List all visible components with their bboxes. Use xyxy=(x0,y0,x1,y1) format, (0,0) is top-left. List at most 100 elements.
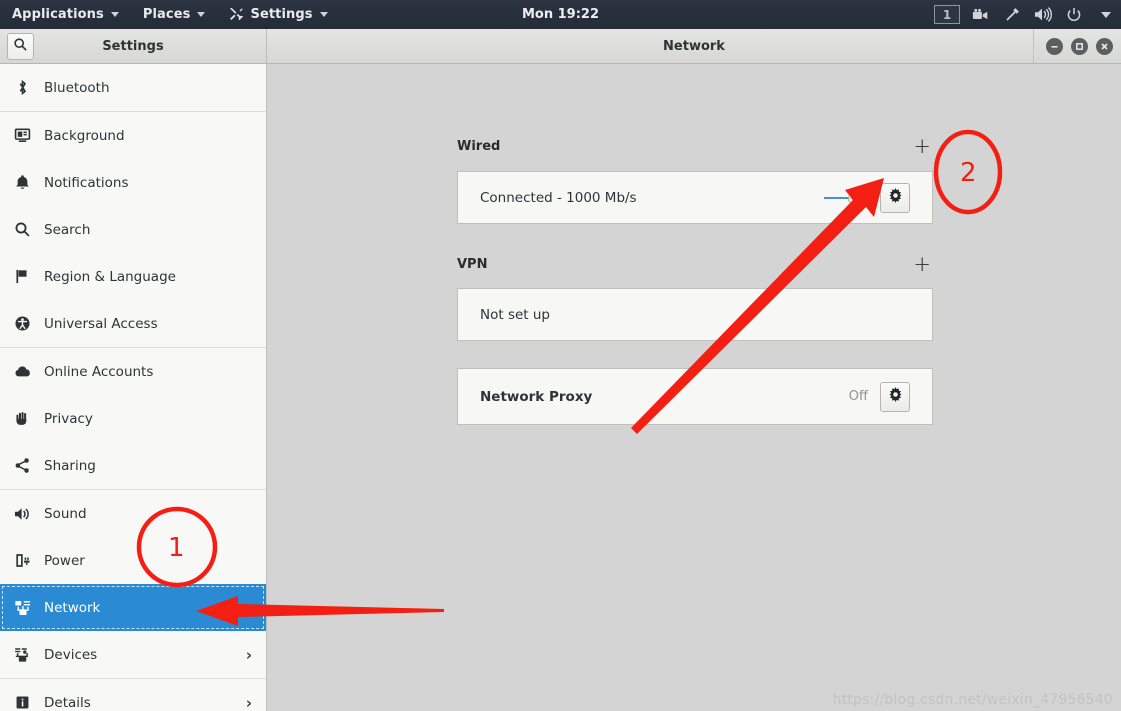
close-button[interactable] xyxy=(1096,37,1113,55)
window-headerbar: Settings Network xyxy=(0,29,1121,64)
flag-icon xyxy=(14,268,40,285)
chevron-down-icon xyxy=(319,12,328,17)
background-icon xyxy=(14,127,40,144)
menu-settings-label: Settings xyxy=(250,7,313,22)
sidebar-item-label: Background xyxy=(44,127,125,144)
sidebar-item-devices[interactable]: Devices › xyxy=(0,631,266,678)
sidebar-item-label: Bluetooth xyxy=(44,79,110,96)
network-settings-content: Wired + Connected - 1000 Mb/s VPN + Not … xyxy=(268,64,1121,711)
menu-applications[interactable]: Applications xyxy=(0,0,131,29)
network-proxy-controls: Off xyxy=(848,381,910,412)
gear-icon xyxy=(887,386,904,407)
settings-sidebar[interactable]: Bluetooth Background Notifications Searc… xyxy=(0,64,267,711)
wired-title: Wired xyxy=(457,139,501,154)
sidebar-item-network[interactable]: Network xyxy=(0,584,266,631)
watermark-text: https://blog.csdn.net/weixin_47956540 xyxy=(832,692,1113,708)
menu-settings[interactable]: Settings xyxy=(217,0,339,29)
desktop-root: Applications Places Settings Mon 19:22 1 xyxy=(0,0,1121,711)
sidebar-item-label: Devices xyxy=(44,646,98,663)
speaker-icon[interactable] xyxy=(1033,5,1053,25)
sidebar-item-notifications[interactable]: Notifications xyxy=(0,159,266,206)
chevron-right-icon: › xyxy=(245,693,252,711)
wired-row-controls xyxy=(824,182,910,213)
network-icon xyxy=(14,599,40,617)
switch-track-active xyxy=(824,196,850,199)
wired-status-label: Connected - 1000 Mb/s xyxy=(480,189,637,206)
search-button[interactable] xyxy=(7,33,34,60)
settings-window: Settings Network Bluetooth Background No… xyxy=(0,29,1121,711)
gear-icon xyxy=(887,187,904,208)
sidebar-item-label: Universal Access xyxy=(44,315,158,332)
page-title: Network xyxy=(663,38,725,54)
sidebar-item-region-language[interactable]: Region & Language xyxy=(0,253,266,300)
sidebar-item-label: Online Accounts xyxy=(44,363,154,380)
sidebar-item-online-accounts[interactable]: Online Accounts xyxy=(0,348,266,395)
bell-icon xyxy=(14,174,40,191)
pen-icon[interactable] xyxy=(1002,5,1022,25)
sidebar-item-label: Region & Language xyxy=(44,268,176,285)
sidebar-item-bluetooth[interactable]: Bluetooth xyxy=(0,64,266,111)
minimize-button[interactable] xyxy=(1046,37,1063,55)
bluetooth-icon xyxy=(14,79,40,96)
annotation-number-1: 1 xyxy=(168,533,185,563)
search-icon xyxy=(13,37,28,56)
annotation-number-2: 2 xyxy=(960,158,977,188)
vpn-section-header: VPN + xyxy=(457,254,933,275)
sidebar-item-label: Sharing xyxy=(44,457,96,474)
network-proxy-label: Network Proxy xyxy=(480,388,593,405)
add-wired-button[interactable]: + xyxy=(911,136,933,157)
add-vpn-button[interactable]: + xyxy=(911,254,933,275)
accessibility-icon xyxy=(14,315,40,332)
sidebar-item-universal-access[interactable]: Universal Access xyxy=(0,300,266,347)
sidebar-item-label: Details xyxy=(44,694,91,711)
network-proxy-value: Off xyxy=(848,389,868,404)
sidebar-item-label: Notifications xyxy=(44,174,129,191)
network-proxy-settings-button[interactable] xyxy=(880,381,910,412)
wired-section-header: Wired + xyxy=(457,136,933,157)
system-tray: 1 xyxy=(934,0,1115,29)
vpn-title: VPN xyxy=(457,257,488,272)
info-icon xyxy=(14,694,40,711)
cloud-icon xyxy=(14,363,40,381)
chevron-down-glyph xyxy=(1100,11,1111,18)
desktop-top-panel: Applications Places Settings Mon 19:22 1 xyxy=(0,0,1121,29)
sidebar-item-details[interactable]: Details › xyxy=(0,679,266,711)
sidebar-item-privacy[interactable]: Privacy xyxy=(0,395,266,442)
workspace-indicator[interactable]: 1 xyxy=(934,5,960,24)
tools-icon xyxy=(229,7,244,22)
sidebar-item-label: Sound xyxy=(44,505,87,522)
network-proxy-row[interactable]: Network Proxy Off xyxy=(457,368,933,425)
sidebar-item-label: Network xyxy=(44,599,101,616)
chevron-right-icon: › xyxy=(245,645,252,664)
share-icon xyxy=(14,457,40,474)
hand-icon xyxy=(14,410,40,427)
headerbar-left: Settings xyxy=(0,29,267,63)
chevron-down-icon xyxy=(110,12,119,17)
chevron-down-icon xyxy=(197,12,206,17)
menu-places-label: Places xyxy=(142,7,191,22)
headerbar-right: Network xyxy=(267,29,1121,63)
menu-applications-label: Applications xyxy=(12,7,104,22)
sidebar-item-search[interactable]: Search xyxy=(0,206,266,253)
sidebar-item-sound[interactable]: Sound xyxy=(0,490,266,537)
chevron-down-icon[interactable] xyxy=(1095,5,1115,25)
wired-toggle-switch[interactable] xyxy=(824,188,868,208)
vpn-row[interactable]: Not set up xyxy=(457,288,933,341)
wired-connection-row[interactable]: Connected - 1000 Mb/s xyxy=(457,171,933,224)
sidebar-item-background[interactable]: Background xyxy=(0,112,266,159)
vpn-status-label: Not set up xyxy=(480,306,550,323)
window-controls xyxy=(1033,29,1113,63)
wired-settings-button[interactable] xyxy=(880,182,910,213)
devices-icon xyxy=(14,646,40,664)
switch-knob xyxy=(848,190,863,206)
video-camera-icon[interactable] xyxy=(971,5,991,25)
settings-panel-title: Settings xyxy=(102,38,164,54)
search-icon xyxy=(14,221,40,238)
sidebar-item-label: Privacy xyxy=(44,410,93,427)
sidebar-item-sharing[interactable]: Sharing xyxy=(0,442,266,489)
maximize-button[interactable] xyxy=(1071,37,1088,55)
sidebar-item-power[interactable]: Power xyxy=(0,537,266,584)
power-icon[interactable] xyxy=(1064,5,1084,25)
power-plug-icon xyxy=(14,552,40,569)
menu-places[interactable]: Places xyxy=(131,0,218,29)
